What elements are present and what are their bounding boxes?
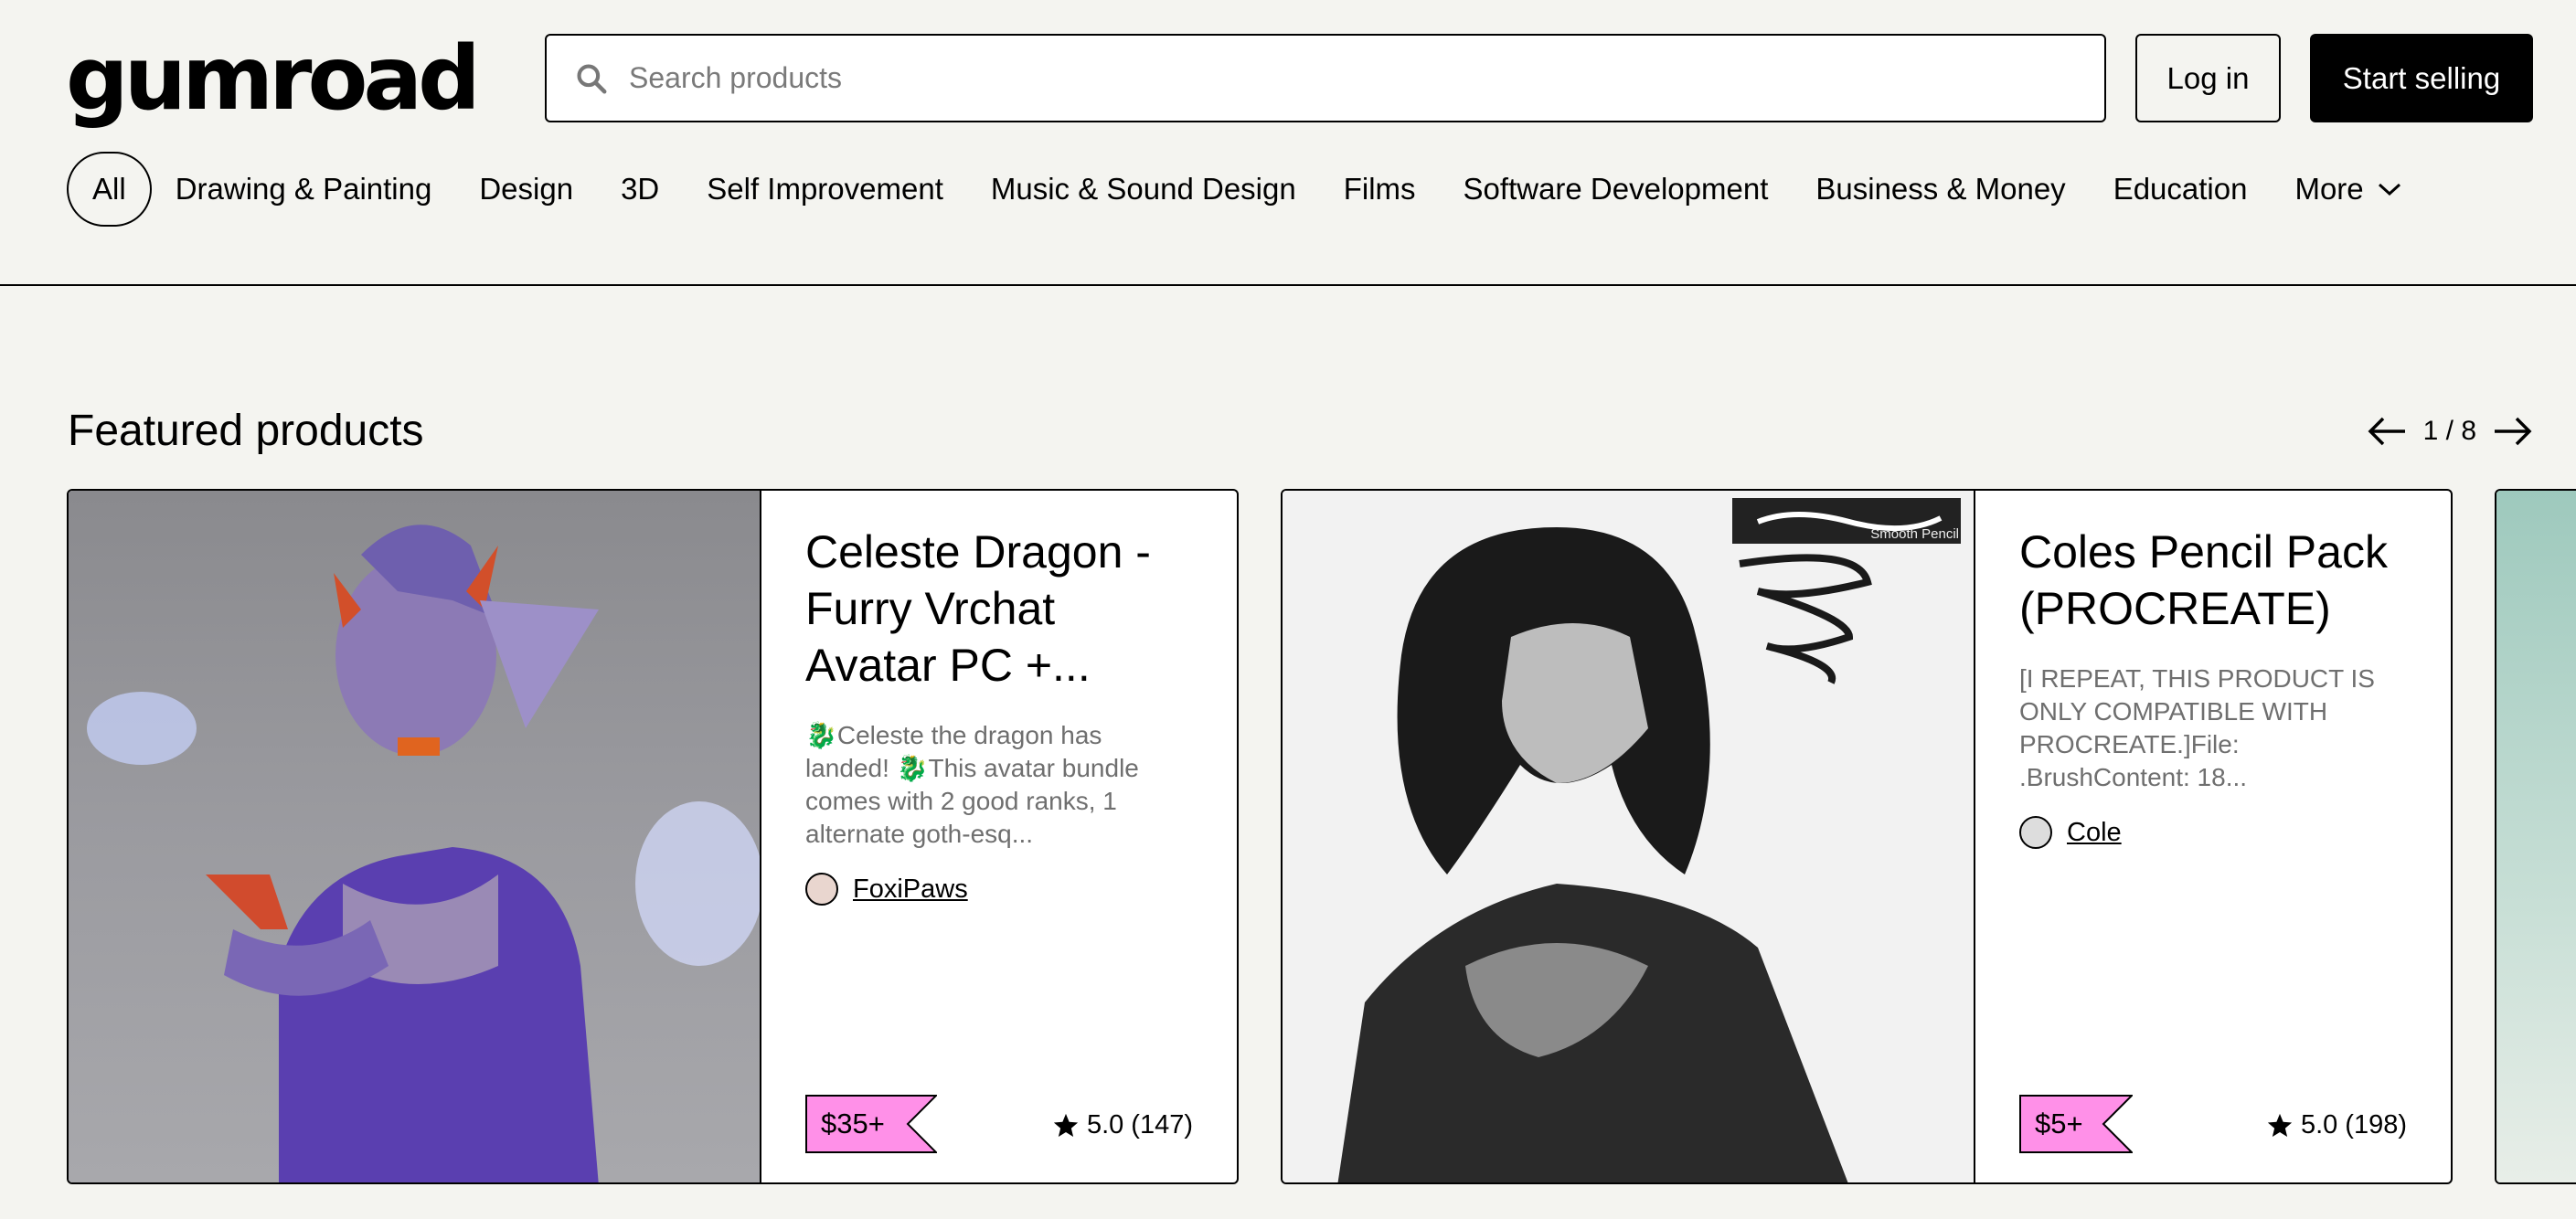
pencil-sketch-image: Smooth Pencil xyxy=(1337,498,1961,1182)
product-description: [I REPEAT, THIS PRODUCT IS ONLY COMPATIB… xyxy=(2019,664,2375,791)
rating-count: (147) xyxy=(1131,1110,1193,1140)
arrow-left-icon[interactable] xyxy=(2367,416,2407,447)
nav-item-software-development[interactable]: Software Development xyxy=(1440,152,1793,227)
nav-item-education[interactable]: Education xyxy=(2090,152,2272,227)
product-card[interactable]: Smooth Pencil Coles Pencil Pack (PROCREA… xyxy=(1281,489,2453,1184)
product-title[interactable]: Celeste Dragon - Furry Vrchat Avatar PC … xyxy=(805,524,1193,694)
product-card-partial[interactable] xyxy=(2495,489,2576,1184)
product-thumbnail[interactable]: Smooth Pencil xyxy=(1283,491,1975,1182)
featured-pager: 1 / 8 xyxy=(2367,408,2533,454)
product-title[interactable]: Coles Pencil Pack (PROCREATE) xyxy=(2019,524,2407,637)
star-icon xyxy=(2267,1113,2293,1137)
nav-item-drawing-painting[interactable]: Drawing & Painting xyxy=(152,152,456,227)
avatar-render-image xyxy=(87,525,760,1182)
price-tag: $35+ xyxy=(805,1095,937,1153)
search-input[interactable]: Search products xyxy=(545,34,2106,122)
product-thumbnail[interactable] xyxy=(69,491,761,1182)
pager-count: 1 / 8 xyxy=(2422,416,2476,446)
seller[interactable]: Cole xyxy=(2019,816,2407,849)
nav-item-more[interactable]: More xyxy=(2271,152,2425,227)
nav-item-all[interactable]: All xyxy=(67,152,152,227)
brush-label: Smooth Pencil xyxy=(1870,526,1959,542)
login-button[interactable]: Log in xyxy=(2135,34,2281,122)
gumroad-logo[interactable]: gumroad xyxy=(66,35,481,122)
rating: 5.0 (147) xyxy=(1052,1110,1193,1140)
seller-name-link[interactable]: FoxiPaws xyxy=(853,874,968,905)
nav-item-self-improvement[interactable]: Self Improvement xyxy=(683,152,967,227)
star-icon xyxy=(1053,1113,1079,1137)
search-placeholder: Search products xyxy=(629,61,843,94)
rating-value: 5.0 xyxy=(1086,1110,1124,1140)
nav-item-design[interactable]: Design xyxy=(455,152,597,227)
avatar xyxy=(2019,816,2052,849)
chevron-down-icon xyxy=(2378,183,2400,196)
nav-more-label: More xyxy=(2294,172,2364,206)
nav-item-films[interactable]: Films xyxy=(1320,152,1440,227)
category-nav: All Drawing & Painting Design 3D Self Im… xyxy=(67,152,2426,227)
nav-item-3d[interactable]: 3D xyxy=(597,152,683,227)
featured-products-title: Featured products xyxy=(68,407,424,455)
avatar xyxy=(805,873,838,906)
product-card[interactable]: Celeste Dragon - Furry Vrchat Avatar PC … xyxy=(67,489,1239,1184)
price-label: $5+ xyxy=(2035,1108,2083,1140)
price-label: $35+ xyxy=(821,1108,885,1140)
nav-item-business-money[interactable]: Business & Money xyxy=(1792,152,2089,227)
arrow-right-icon[interactable] xyxy=(2493,416,2533,447)
product-thumbnail[interactable] xyxy=(2496,491,2576,1182)
site-header: gumroad Search products Log in Start sel… xyxy=(0,0,2576,286)
seller[interactable]: FoxiPaws xyxy=(805,873,1193,906)
search-icon xyxy=(577,63,607,93)
seller-name-link[interactable]: Cole xyxy=(2067,818,2122,848)
price-tag: $5+ xyxy=(2019,1095,2133,1153)
rating: 5.0 (198) xyxy=(2266,1110,2407,1140)
rating-count: (198) xyxy=(2345,1110,2407,1140)
nav-item-music-sound-design[interactable]: Music & Sound Design xyxy=(967,152,1320,227)
product-description: 🐉Celeste the dragon has landed! 🐉This av… xyxy=(805,721,1139,848)
start-selling-button[interactable]: Start selling xyxy=(2310,34,2533,122)
product-info: Coles Pencil Pack (PROCREATE) [I REPEAT,… xyxy=(1975,491,2451,1182)
rating-value: 5.0 xyxy=(2300,1110,2338,1140)
product-info: Celeste Dragon - Furry Vrchat Avatar PC … xyxy=(761,491,1237,1182)
